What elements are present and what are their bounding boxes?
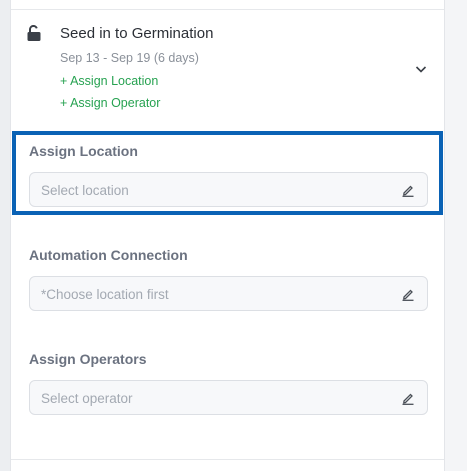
- background-strip-right: [446, 0, 467, 471]
- chevron-down-icon[interactable]: [414, 62, 428, 76]
- assign-location-link[interactable]: + Assign Location: [60, 74, 158, 88]
- step-detail-panel: Seed in to Germination Sep 13 - Sep 19 (…: [10, 0, 445, 471]
- divider: [11, 459, 444, 460]
- automation-connection-select[interactable]: *Choose location first: [29, 276, 428, 311]
- assign-operators-label: Assign Operators: [29, 351, 147, 367]
- operator-select[interactable]: Select operator: [29, 380, 428, 415]
- focus-highlight-box: [12, 131, 443, 215]
- pencil-icon[interactable]: [401, 287, 415, 301]
- step-date-range: Sep 13 - Sep 19 (6 days): [60, 51, 199, 65]
- step-title: Seed in to Germination: [60, 25, 214, 42]
- pencil-icon[interactable]: [401, 391, 415, 405]
- background-strip-left: [0, 0, 10, 471]
- step-header: Seed in to Germination Sep 13 - Sep 19 (…: [11, 10, 444, 128]
- automation-placeholder: *Choose location first: [41, 287, 169, 302]
- operator-placeholder: Select operator: [41, 391, 133, 406]
- automation-connection-label: Automation Connection: [29, 247, 188, 263]
- assign-operator-link[interactable]: + Assign Operator: [60, 96, 160, 110]
- unlock-icon[interactable]: [25, 24, 43, 42]
